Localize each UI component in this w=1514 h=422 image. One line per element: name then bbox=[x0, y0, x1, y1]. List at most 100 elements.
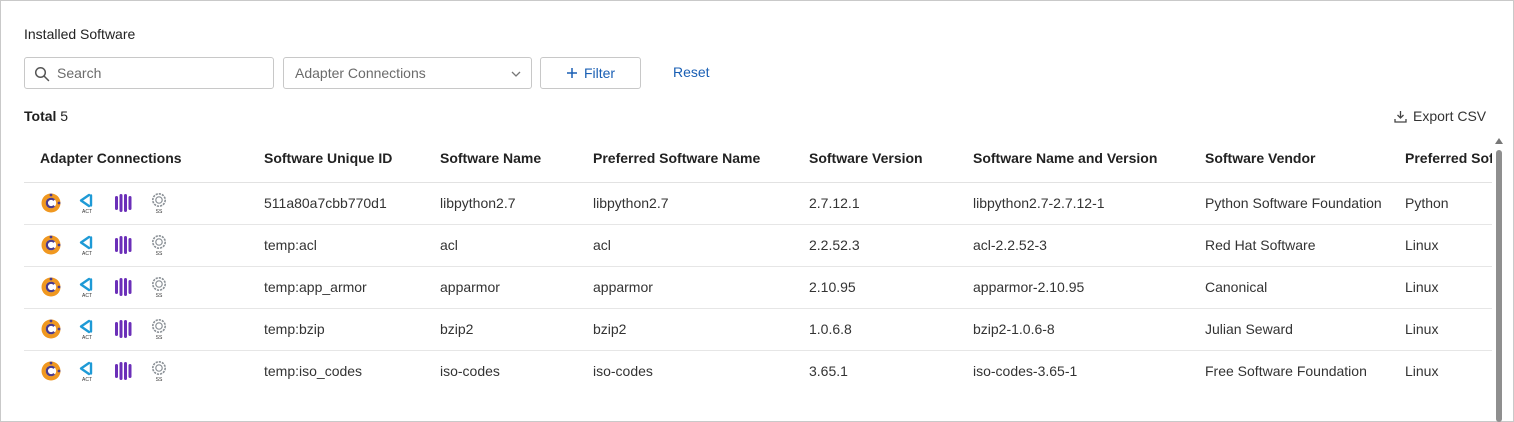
total-count: Total 5 bbox=[24, 108, 68, 124]
act-adapter-icon[interactable]: ACT bbox=[76, 276, 98, 299]
export-csv-button[interactable]: Export CSV bbox=[1394, 108, 1486, 124]
act-icon-text: ACT bbox=[82, 293, 92, 298]
cell-preferred-vendor: Python bbox=[1405, 182, 1492, 225]
cell-vendor: Python Software Foundation bbox=[1205, 182, 1405, 225]
software-table-container: Adapter Connections Software Unique ID S… bbox=[24, 134, 1492, 392]
table-row[interactable]: ACT SS 511a80a7cbb770d1 libpython2.7 libpyth… bbox=[24, 182, 1492, 225]
cell-preferred-vendor: Linux bbox=[1405, 266, 1492, 309]
act-adapter-icon[interactable]: ACT bbox=[76, 192, 98, 215]
column-header[interactable]: Software Name bbox=[440, 134, 593, 183]
cell-id: temp:app_armor bbox=[264, 266, 440, 309]
chef-adapter-icon[interactable] bbox=[40, 276, 62, 298]
scroll-up-arrow-icon[interactable] bbox=[1494, 137, 1504, 145]
cell-id: 511a80a7cbb770d1 bbox=[264, 182, 440, 225]
cell-vendor: Red Hat Software bbox=[1205, 224, 1405, 267]
cell-preferred-name: libpython2.7 bbox=[593, 182, 809, 225]
chef-adapter-icon[interactable] bbox=[40, 360, 62, 382]
act-adapter-icon[interactable]: ACT bbox=[76, 234, 98, 257]
column-header[interactable]: Preferred Software Vendor bbox=[1405, 134, 1492, 183]
cell-version: 2.10.95 bbox=[809, 266, 973, 309]
cell-preferred-name: apparmor bbox=[593, 266, 809, 309]
adapter-connections-cell: ACT SS bbox=[24, 308, 264, 351]
page-title: Installed Software bbox=[24, 26, 136, 42]
cell-preferred-name: bzip2 bbox=[593, 308, 809, 351]
column-header[interactable]: Software Vendor bbox=[1205, 134, 1405, 183]
act-icon-text: ACT bbox=[82, 251, 92, 256]
cell-name-version: acl-2.2.52-3 bbox=[973, 224, 1205, 267]
chevron-down-icon bbox=[511, 71, 521, 77]
cell-preferred-vendor: Linux bbox=[1405, 224, 1492, 267]
reset-link[interactable]: Reset bbox=[673, 64, 710, 80]
filter-button-label: Filter bbox=[583, 65, 616, 81]
cell-preferred-name: acl bbox=[593, 224, 809, 267]
cell-vendor: Julian Seward bbox=[1205, 308, 1405, 351]
ss-adapter-icon[interactable]: SS bbox=[148, 192, 170, 215]
cell-preferred-vendor: Linux bbox=[1405, 350, 1492, 392]
cell-name-version: iso-codes-3.65-1 bbox=[973, 350, 1205, 392]
cell-id: temp:iso_codes bbox=[264, 350, 440, 392]
adapter-connections-select[interactable]: Adapter Connections bbox=[283, 57, 532, 89]
column-header[interactable]: Adapter Connections bbox=[24, 134, 264, 183]
act-adapter-icon[interactable]: ACT bbox=[76, 318, 98, 341]
act-icon-text: ACT bbox=[82, 209, 92, 214]
cloud-adapter-icon[interactable] bbox=[112, 276, 134, 298]
column-header[interactable]: Software Name and Version bbox=[973, 134, 1205, 183]
ss-adapter-icon[interactable]: SS bbox=[148, 360, 170, 383]
search-input[interactable] bbox=[57, 58, 269, 88]
filter-button[interactable]: Filter bbox=[540, 57, 641, 89]
cell-name-version: libpython2.7-2.7.12-1 bbox=[973, 182, 1205, 225]
ss-adapter-icon[interactable]: SS bbox=[148, 318, 170, 341]
cell-name: apparmor bbox=[440, 266, 593, 309]
cell-name-version: bzip2-1.0.6-8 bbox=[973, 308, 1205, 351]
adapter-connections-cell: ACT SS bbox=[24, 182, 264, 225]
cell-version: 2.7.12.1 bbox=[809, 182, 973, 225]
act-icon-text: ACT bbox=[82, 377, 92, 382]
chef-adapter-icon[interactable] bbox=[40, 234, 62, 256]
chef-adapter-icon[interactable] bbox=[40, 318, 62, 340]
adapter-connections-select-value: Adapter Connections bbox=[295, 65, 426, 81]
table-row[interactable]: ACT SS temp:bzip bzip2 bzip2 1.0.6.8 bzip2-1.0… bbox=[24, 308, 1492, 351]
ss-adapter-icon[interactable]: SS bbox=[148, 234, 170, 257]
ss-icon-text: SS bbox=[156, 251, 163, 256]
act-adapter-icon[interactable]: ACT bbox=[76, 360, 98, 383]
cell-name: libpython2.7 bbox=[440, 182, 593, 225]
cell-name: iso-codes bbox=[440, 350, 593, 392]
column-header[interactable]: Preferred Software Name bbox=[593, 134, 809, 183]
cloud-adapter-icon[interactable] bbox=[112, 192, 134, 214]
ss-icon-text: SS bbox=[156, 335, 163, 340]
ss-icon-text: SS bbox=[156, 293, 163, 298]
ss-icon-text: SS bbox=[156, 377, 163, 382]
ss-adapter-icon[interactable]: SS bbox=[148, 276, 170, 299]
column-header[interactable]: Software Unique ID bbox=[264, 134, 440, 183]
software-table: Adapter Connections Software Unique ID S… bbox=[24, 134, 1492, 392]
plus-icon bbox=[566, 68, 577, 78]
cell-name: bzip2 bbox=[440, 308, 593, 351]
adapter-connections-cell: ACT SS bbox=[24, 266, 264, 309]
cell-vendor: Free Software Foundation bbox=[1205, 350, 1405, 392]
table-header-row: Adapter Connections Software Unique ID S… bbox=[24, 134, 1492, 183]
search-box[interactable] bbox=[24, 57, 274, 89]
cell-preferred-vendor: Linux bbox=[1405, 308, 1492, 351]
cloud-adapter-icon[interactable] bbox=[112, 360, 134, 382]
table-row[interactable]: ACT SS temp:app_armor apparmor apparmor 2.10.… bbox=[24, 266, 1492, 309]
download-icon bbox=[1394, 110, 1407, 123]
cell-id: temp:bzip bbox=[264, 308, 440, 351]
cell-version: 2.2.52.3 bbox=[809, 224, 973, 267]
vertical-scrollbar[interactable] bbox=[1494, 134, 1504, 422]
table-row[interactable]: ACT SS temp:iso_codes iso-codes iso-codes 3.6… bbox=[24, 350, 1492, 392]
column-header[interactable]: Software Version bbox=[809, 134, 973, 183]
cloud-adapter-icon[interactable] bbox=[112, 234, 134, 256]
act-icon-text: ACT bbox=[82, 335, 92, 340]
chef-adapter-icon[interactable] bbox=[40, 192, 62, 214]
search-icon bbox=[34, 66, 50, 82]
total-label: Total bbox=[24, 108, 57, 124]
cell-id: temp:acl bbox=[264, 224, 440, 267]
export-csv-label: Export CSV bbox=[1413, 108, 1487, 124]
scrollbar-thumb[interactable] bbox=[1496, 150, 1502, 422]
cell-version: 3.65.1 bbox=[809, 350, 973, 392]
ss-icon-text: SS bbox=[156, 209, 163, 214]
table-row[interactable]: ACT SS temp:acl acl acl 2.2.52.3 acl-2.2.52-3 R… bbox=[24, 224, 1492, 267]
cell-vendor: Canonical bbox=[1205, 266, 1405, 309]
adapter-connections-cell: ACT SS bbox=[24, 224, 264, 267]
cloud-adapter-icon[interactable] bbox=[112, 318, 134, 340]
